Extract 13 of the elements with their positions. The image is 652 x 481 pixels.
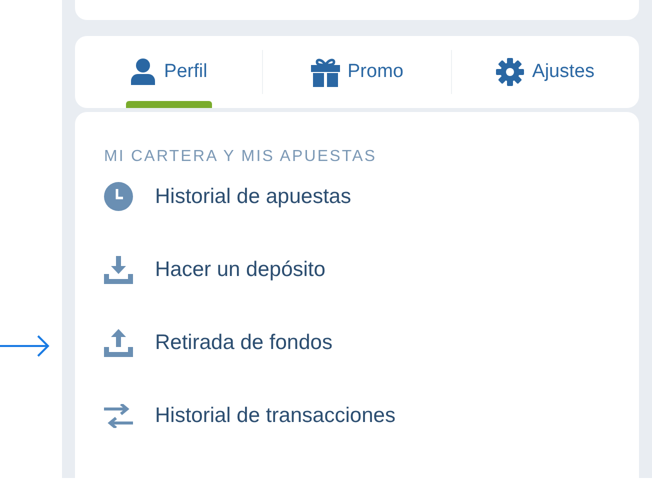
upload-icon [104,328,133,356]
transfer-icon [104,404,133,428]
gift-icon [310,57,340,87]
menu-item[interactable]: Hacer un depósito [104,233,326,306]
tab[interactable]: Ajustes [452,36,639,108]
menu-item[interactable]: Historial de transacciones [104,379,396,452]
settings-icon [496,58,524,86]
download-icon [104,256,133,284]
clock-icon [104,182,133,211]
tab[interactable]: Perfil [75,36,262,108]
person-icon [130,58,156,86]
menu-item[interactable]: Retirada de fondos [104,306,332,379]
tab[interactable]: Promo [263,36,451,108]
